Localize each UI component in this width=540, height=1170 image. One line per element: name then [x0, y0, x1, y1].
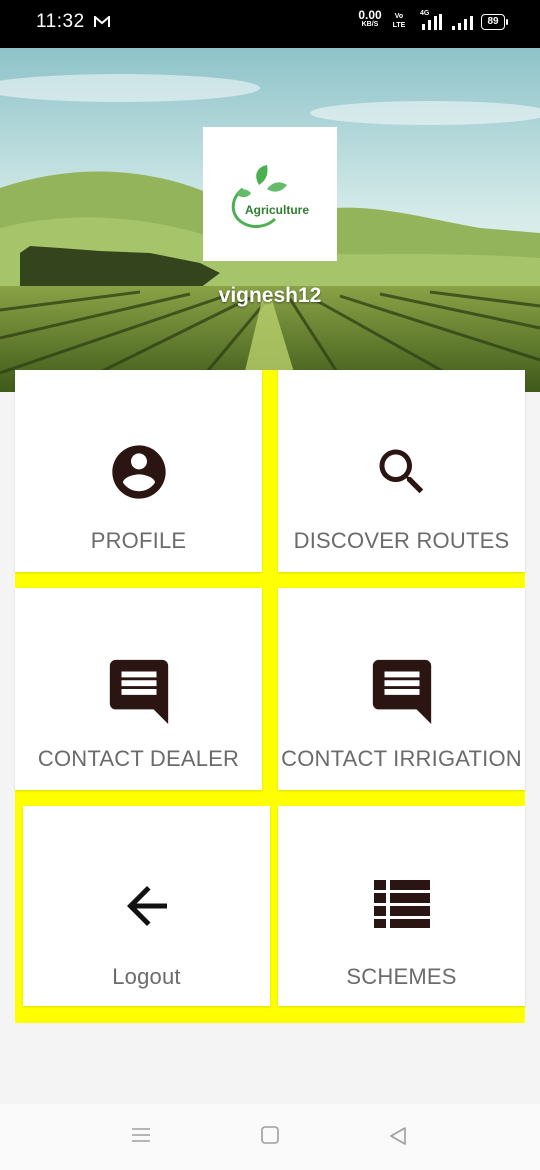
status-time: 11:32 [36, 11, 85, 32]
home-icon[interactable] [260, 1126, 280, 1149]
logo-text: Agriculture [245, 203, 310, 217]
message-icon [104, 654, 174, 729]
schemes-tile[interactable]: SCHEMES [278, 806, 525, 1006]
system-nav-bar [0, 1104, 540, 1170]
account-circle-icon [107, 440, 171, 509]
volte-indicator: Vo LTE [392, 13, 406, 29]
contact-irrigation-label: CONTACT IRRIGATION [281, 746, 522, 771]
network-speed: 0.00 KB/S [358, 8, 382, 28]
header-banner: Agriculture vignesh12 [0, 48, 540, 392]
list-icon [373, 880, 430, 933]
arrow-back-icon [117, 876, 177, 941]
signal-4g-icon: 4G [420, 10, 442, 35]
signal-strength-icon [451, 16, 473, 35]
menu-icon[interactable] [131, 1126, 151, 1149]
discover-routes-tile[interactable]: DISCOVER ROUTES [278, 370, 525, 572]
username-label: vignesh12 [218, 284, 322, 307]
app-logo: Agriculture [203, 127, 337, 261]
message-icon [367, 654, 437, 729]
contact-dealer-tile[interactable]: CONTACT DEALER [15, 588, 262, 790]
profile-tile[interactable]: PROFILE [15, 370, 262, 572]
leaf-logo-icon [231, 165, 287, 228]
search-icon [372, 442, 432, 507]
logout-label: Logout [112, 964, 181, 989]
logout-tile[interactable]: Logout [23, 806, 270, 1006]
profile-label: PROFILE [90, 528, 187, 553]
mail-notification-icon [94, 14, 110, 33]
menu-grid: PROFILE DISCOVER ROUTES CONTACT DEALER C… [15, 370, 525, 1023]
discover-routes-label: DISCOVER ROUTES [293, 528, 510, 553]
back-icon[interactable] [388, 1126, 408, 1151]
contact-irrigation-tile[interactable]: CONTACT IRRIGATION [278, 588, 525, 790]
status-bar: 11:32 0.00 KB/S Vo LTE 4G 89 [0, 0, 540, 48]
contact-dealer-label: CONTACT DEALER [37, 746, 240, 771]
schemes-label: SCHEMES [346, 964, 457, 989]
battery-icon: 89 [481, 14, 508, 30]
